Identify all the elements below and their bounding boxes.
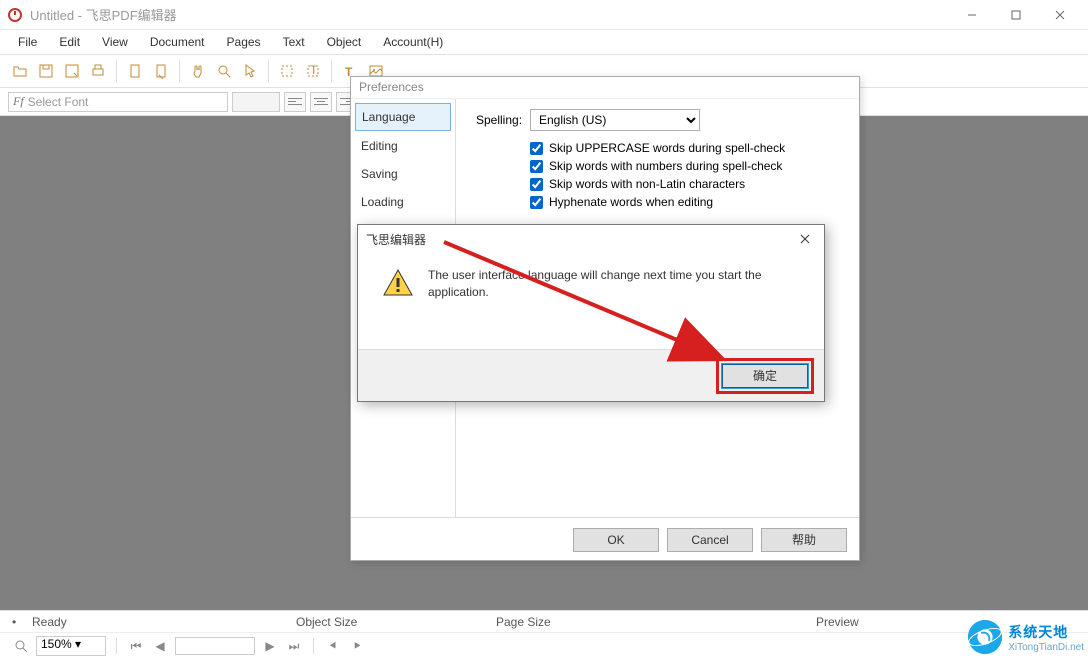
status-ready: Ready [32,615,67,629]
preferences-ok-button[interactable]: OK [573,528,659,552]
alert-close-button[interactable] [794,228,816,250]
font-select[interactable]: Ff Select Font [8,92,228,112]
menu-edit[interactable]: Edit [49,32,90,52]
spelling-select[interactable]: English (US) [530,109,700,131]
check-skip-numbers[interactable] [530,160,543,173]
check-skip-numbers-label: Skip words with numbers during spell-che… [549,159,782,173]
check-skip-uppercase-label: Skip UPPERCASE words during spell-check [549,141,785,155]
zoom-icon[interactable] [12,637,30,655]
check-skip-nonlatin-label: Skip words with non-Latin characters [549,177,745,191]
tab-editing[interactable]: Editing [355,133,451,159]
app-icon [6,6,24,24]
next-view-button[interactable]: ⯈ [348,637,366,655]
minimize-button[interactable] [950,0,994,30]
save-as-icon[interactable] [60,59,84,83]
status-preview: Preview [816,615,876,629]
status-page-size: Page Size [496,615,616,629]
font-placeholder: Select Font [28,95,89,109]
tab-saving[interactable]: Saving [355,161,451,187]
edit-object-icon[interactable] [275,59,299,83]
pointer-icon[interactable] [238,59,262,83]
watermark-icon [966,618,1004,656]
menu-view[interactable]: View [92,32,138,52]
alert-message: The user interface language will change … [428,267,800,341]
font-size-select[interactable] [232,92,280,112]
menu-pages[interactable]: Pages [217,32,271,52]
alert-ok-highlight: 确定 [716,358,814,394]
status-bar: • Ready Object Size Page Size Preview 15… [0,610,1088,658]
title-bar: Untitled - 飞思PDF编辑器 [0,0,1088,30]
next-page-button[interactable]: ▶ [261,637,279,655]
print-icon[interactable] [86,59,110,83]
menu-bar: File Edit View Document Pages Text Objec… [0,30,1088,54]
status-object-size: Object Size [296,615,456,629]
align-center-icon[interactable] [310,92,332,112]
edit-text-icon[interactable]: T [301,59,325,83]
alert-title: 飞思编辑器 [366,231,426,248]
maximize-button[interactable] [994,0,1038,30]
open-icon[interactable] [8,59,32,83]
prev-view-button[interactable]: ⯇ [324,637,342,655]
check-hyphenate[interactable] [530,196,543,209]
close-button[interactable] [1038,0,1082,30]
zoom-select[interactable]: 150% ▾ [36,636,106,656]
svg-text:T: T [310,63,318,77]
check-skip-uppercase[interactable] [530,142,543,155]
tab-language[interactable]: Language [355,103,451,131]
tab-loading[interactable]: Loading [355,189,451,215]
align-left-icon[interactable] [284,92,306,112]
warning-icon [382,267,414,299]
check-skip-nonlatin[interactable] [530,178,543,191]
hand-tool-icon[interactable] [186,59,210,83]
menu-file[interactable]: File [8,32,47,52]
zoom-icon[interactable] [212,59,236,83]
first-page-button[interactable]: ⏮ [127,637,145,655]
font-icon: Ff [13,94,24,109]
menu-object[interactable]: Object [317,32,372,52]
save-icon[interactable] [34,59,58,83]
last-page-button[interactable]: ⏭ [285,637,303,655]
watermark-title: 系统天地 [1008,622,1084,642]
preferences-title: Preferences [351,77,859,99]
menu-document[interactable]: Document [140,32,215,52]
alert-dialog: 飞思编辑器 The user interface language will c… [357,224,825,402]
page-number-input[interactable] [175,637,255,655]
check-hyphenate-label: Hyphenate words when editing [549,195,713,209]
prev-page-button[interactable]: ◀ [151,637,169,655]
delete-page-icon[interactable] [149,59,173,83]
window-title: Untitled - 飞思PDF编辑器 [30,5,950,24]
blank-page-icon[interactable] [123,59,147,83]
menu-text[interactable]: Text [273,32,315,52]
alert-ok-button[interactable]: 确定 [722,364,808,388]
preferences-help-button[interactable]: 帮助 [761,528,847,552]
watermark-url: XiTongTianDi.net [1008,642,1084,653]
spelling-label: Spelling: [476,113,530,127]
watermark: 系统天地 XiTongTianDi.net [966,618,1084,656]
preferences-cancel-button[interactable]: Cancel [667,528,753,552]
menu-account[interactable]: Account(H) [373,32,453,52]
